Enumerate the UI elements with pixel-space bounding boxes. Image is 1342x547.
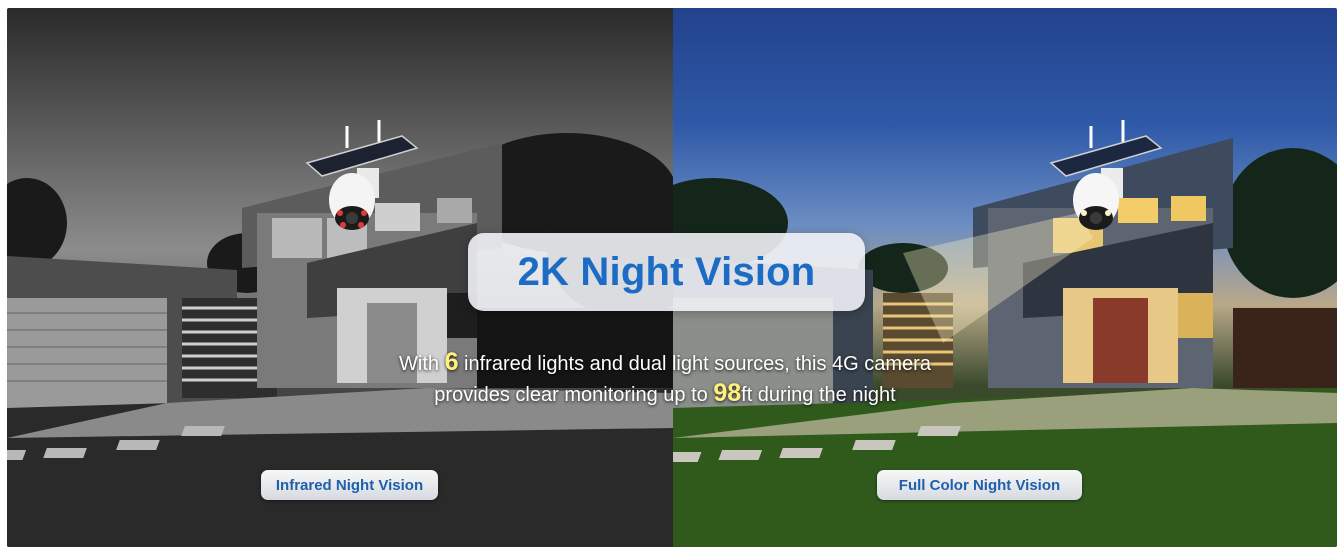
description-text: infrared lights and dual light sources, … <box>458 353 931 375</box>
description-text: With <box>399 353 445 375</box>
headline-title: 2K Night Vision <box>517 249 816 294</box>
description-line-1: With 6 infrared lights and dual light so… <box>300 348 1030 379</box>
description-text: provides clear monitoring up to <box>434 384 714 406</box>
description-line-2: provides clear monitoring up to 98ft dur… <box>300 379 1030 410</box>
headline-box: 2K Night Vision <box>468 233 865 311</box>
description-text: ft during the night <box>741 384 896 406</box>
infrared-night-vision-label: Infrared Night Vision <box>261 470 438 500</box>
lights-count: 6 <box>444 348 459 376</box>
feature-description: With 6 infrared lights and dual light so… <box>300 348 1030 410</box>
full-color-night-vision-label: Full Color Night Vision <box>877 470 1082 500</box>
range-value: 98 <box>713 379 742 407</box>
